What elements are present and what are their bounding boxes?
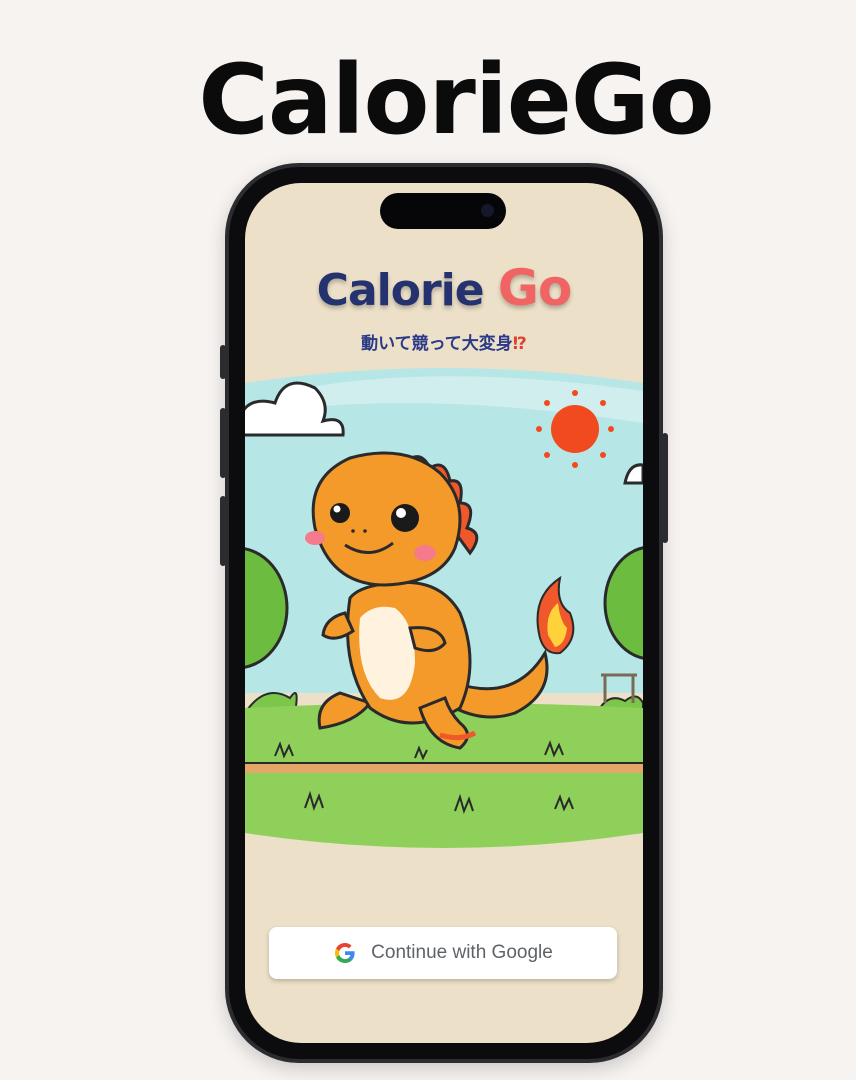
dinosaur-illustration: [245, 368, 643, 848]
phone-frame: Calorie Go 動いて競って大変身⁉ Continue with Goog…: [220, 163, 668, 1063]
volume-down-button: [220, 496, 226, 566]
phone-screen: Calorie Go 動いて競って大変身⁉ Continue with Goog…: [245, 183, 643, 1043]
page-title: CalorieGo: [198, 44, 714, 156]
tagline-exclamation-question: ⁉: [512, 334, 527, 354]
app-tagline: 動いて競って大変身⁉: [245, 329, 643, 354]
app-logo-calorie: Calorie: [316, 265, 485, 316]
power-button: [662, 433, 668, 543]
google-button-label: Continue with Google: [371, 942, 553, 963]
continue-with-google-button[interactable]: Continue with Google: [269, 927, 617, 979]
silent-switch: [220, 345, 226, 379]
front-camera: [481, 204, 494, 217]
running-path: [245, 763, 643, 773]
dynamic-island: [380, 193, 506, 229]
tagline-text: 動いて競って大変身: [361, 334, 513, 354]
google-g-icon: [335, 943, 355, 963]
volume-up-button: [220, 408, 226, 478]
app-logo-go: Go: [497, 259, 572, 317]
app-logo: Calorie Go: [245, 259, 643, 317]
